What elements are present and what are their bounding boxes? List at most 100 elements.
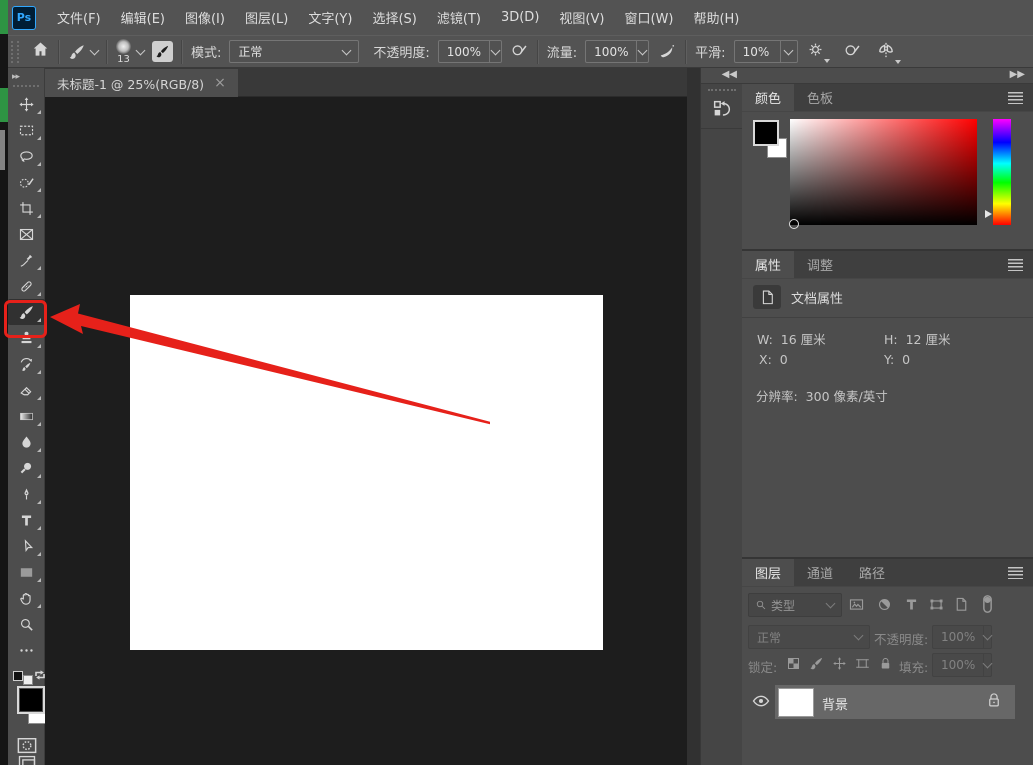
history-panel-icon[interactable]: [705, 94, 739, 124]
home-icon[interactable]: [31, 40, 50, 63]
tab-close-icon[interactable]: ×: [214, 75, 226, 91]
options-grip[interactable]: [11, 40, 19, 63]
tool-history-brush[interactable]: [8, 351, 45, 377]
menu-item-window[interactable]: 窗口(W): [614, 8, 683, 27]
tools-panel-collapse-icon[interactable]: ▸▸: [8, 68, 44, 82]
layer-name[interactable]: 背景: [822, 694, 848, 713]
menu-item-edit[interactable]: 编辑(E): [111, 8, 175, 27]
color-fg-swatch[interactable]: [753, 120, 779, 146]
dock-header[interactable]: ▶▶: [742, 68, 1033, 84]
foreground-color-swatch[interactable]: [17, 686, 45, 714]
tool-gradient[interactable]: [8, 403, 45, 429]
tool-zoom[interactable]: [8, 611, 45, 637]
filter-toggle-icon[interactable]: [980, 594, 995, 618]
filter-type-layers-icon[interactable]: [903, 596, 920, 617]
lock-artboard-icon[interactable]: [855, 656, 870, 675]
tool-spot-healing-brush[interactable]: [8, 273, 45, 299]
layer-lock-icon[interactable]: [987, 692, 1001, 713]
tool-rectangular-marquee[interactable]: [8, 117, 45, 143]
layer-opacity-field[interactable]: 100%: [932, 625, 993, 649]
blend-mode-select[interactable]: 正常: [229, 40, 360, 63]
hue-slider[interactable]: [993, 119, 1011, 225]
expand-dock-chevrons-icon[interactable]: ◀◀: [722, 69, 737, 80]
menu-item-help[interactable]: 帮助(H): [683, 8, 749, 27]
filter-adjustment-layers-icon[interactable]: [876, 596, 893, 617]
menu-item-file[interactable]: 文件(F): [47, 8, 111, 27]
filter-pixel-layers-icon[interactable]: [848, 596, 865, 617]
layer-filter-select[interactable]: 类型: [748, 593, 842, 617]
menu-item-view[interactable]: 视图(V): [549, 8, 614, 27]
tab-properties[interactable]: 属性: [742, 251, 795, 278]
panel-menu-icon[interactable]: [1008, 259, 1023, 271]
tool-pen[interactable]: [8, 481, 45, 507]
tab-paths[interactable]: 路径: [846, 559, 898, 586]
menu-item-type[interactable]: 文字(Y): [298, 8, 362, 27]
edit-toolbar-ellipsis[interactable]: [8, 637, 45, 663]
menu-item-3d[interactable]: 3D(D): [491, 10, 549, 25]
tool-frame[interactable]: [8, 221, 45, 247]
brush-preset-button[interactable]: [68, 43, 100, 61]
prop-y-value[interactable]: 0: [902, 352, 910, 367]
tool-dodge[interactable]: [8, 455, 45, 481]
tab-layers[interactable]: 图层: [742, 559, 795, 586]
flow-field[interactable]: 100%: [585, 40, 650, 63]
opacity-field[interactable]: 100%: [437, 40, 502, 63]
collapsed-dock-grip[interactable]: [707, 89, 736, 91]
tool-path-selection[interactable]: [8, 533, 45, 559]
background-window-fragment: [0, 0, 8, 34]
menu-item-select[interactable]: 选择(S): [362, 8, 426, 27]
tab-adjustments[interactable]: 调整: [794, 251, 846, 278]
filter-smart-objects-icon[interactable]: [953, 596, 970, 617]
canvas[interactable]: [130, 295, 603, 650]
layer-blend-mode-select[interactable]: 正常: [748, 625, 870, 649]
tool-blur[interactable]: [8, 429, 45, 455]
tool-type[interactable]: [8, 507, 45, 533]
panel-menu-icon[interactable]: [1008, 567, 1023, 579]
layer-thumbnail[interactable]: [778, 688, 814, 717]
tool-hand[interactable]: [8, 585, 45, 611]
opacity-pressure-icon[interactable]: [510, 40, 529, 63]
tool-crop[interactable]: [8, 195, 45, 221]
tool-object-selection[interactable]: [8, 169, 45, 195]
lock-position-icon[interactable]: [832, 656, 847, 675]
size-pressure-icon[interactable]: [843, 40, 862, 63]
lock-all-icon[interactable]: [878, 656, 893, 675]
hue-slider-pointer[interactable]: [985, 210, 992, 218]
smoothing-field[interactable]: 10%: [733, 40, 798, 63]
collapsed-dock-header[interactable]: ◀◀: [701, 68, 742, 84]
paint-symmetry-icon[interactable]: [876, 40, 901, 64]
color-picker-cursor[interactable]: [789, 219, 799, 229]
screen-mode-button[interactable]: [17, 754, 37, 765]
menu-item-image[interactable]: 图像(I): [175, 8, 235, 27]
menu-item-layer[interactable]: 图层(L): [235, 8, 298, 27]
collapse-dock-chevrons-icon[interactable]: ▶▶: [1010, 69, 1025, 80]
lock-pixels-icon[interactable]: [809, 656, 824, 675]
layer-fill-field[interactable]: 100%: [932, 653, 993, 677]
layer-visibility-eye-icon[interactable]: [752, 693, 770, 713]
default-colors-icon[interactable]: [13, 670, 34, 685]
toggle-brush-settings-button[interactable]: [152, 41, 173, 62]
tool-eraser[interactable]: [8, 377, 45, 403]
prop-h-value[interactable]: 12 厘米: [906, 332, 951, 347]
panel-menu-icon[interactable]: [1008, 92, 1023, 104]
tools-panel-grip[interactable]: [13, 85, 39, 87]
brush-size-picker[interactable]: 13: [116, 38, 146, 65]
airbrush-icon[interactable]: [657, 40, 677, 64]
layer-opacity-label: 不透明度:: [874, 632, 929, 647]
lock-label: 锁定:: [748, 660, 778, 675]
document-tab[interactable]: 未标题-1 @ 25%(RGB/8) ×: [45, 69, 238, 97]
smoothing-options-gear-icon[interactable]: [806, 40, 830, 63]
filter-shape-layers-icon[interactable]: [928, 596, 945, 617]
lock-transparency-icon[interactable]: [786, 656, 801, 675]
menu-item-filter[interactable]: 滤镜(T): [427, 8, 491, 27]
tool-rectangle[interactable]: [8, 559, 45, 585]
tab-swatches[interactable]: 色板: [794, 84, 846, 111]
tab-channels[interactable]: 通道: [794, 559, 846, 586]
saturation-brightness-field[interactable]: [789, 119, 977, 229]
tool-lasso[interactable]: [8, 143, 45, 169]
prop-x-value[interactable]: 0: [780, 352, 788, 367]
tool-eyedropper[interactable]: [8, 247, 45, 273]
tool-move[interactable]: [8, 91, 45, 117]
prop-w-value[interactable]: 16 厘米: [781, 332, 826, 347]
tab-color[interactable]: 颜色: [742, 84, 795, 111]
